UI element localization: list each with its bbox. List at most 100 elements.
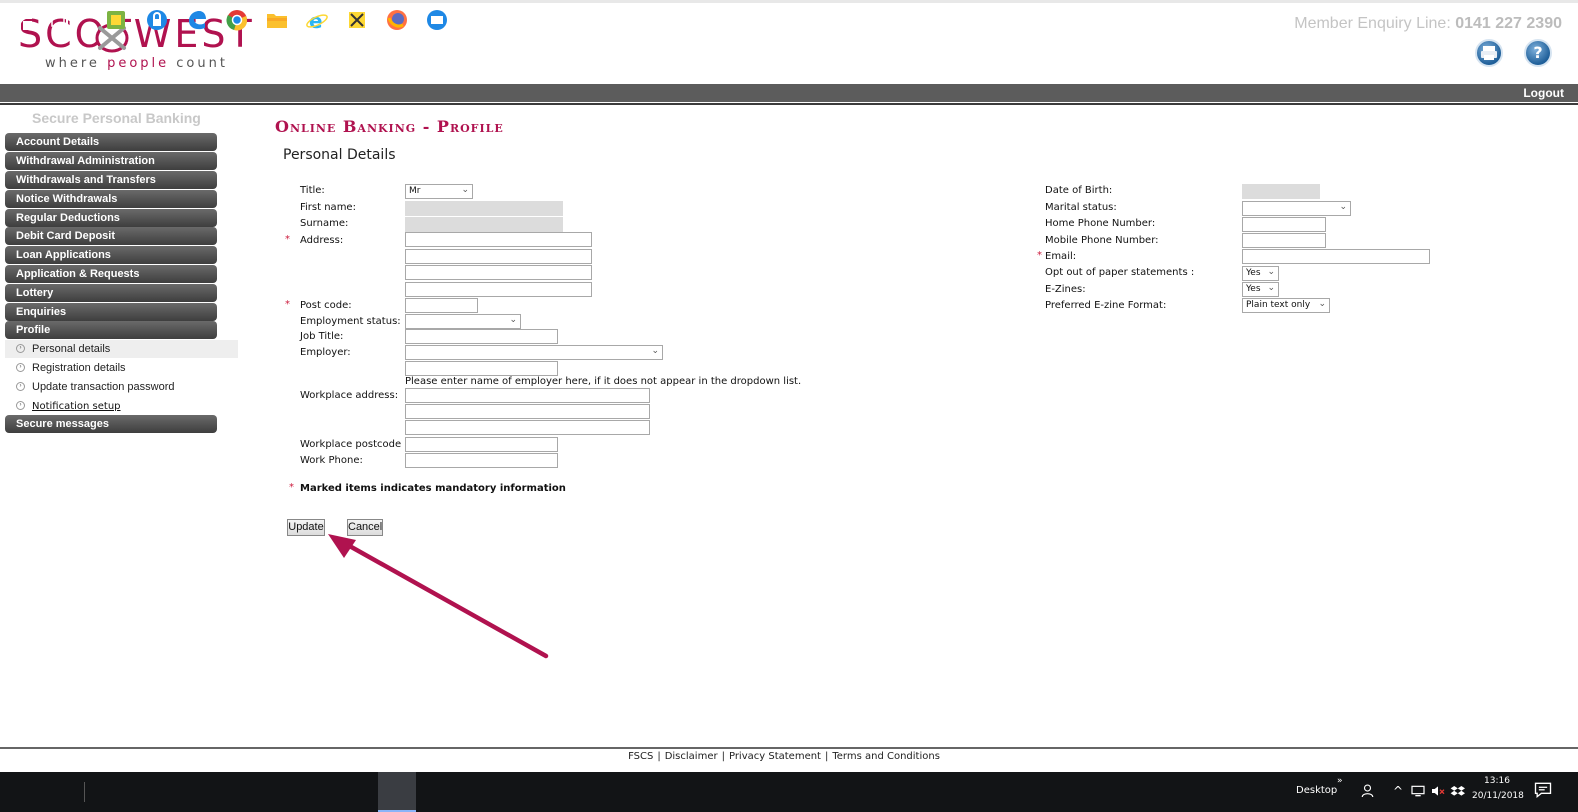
people-icon[interactable] — [1360, 782, 1378, 800]
action-center-icon[interactable] — [1533, 780, 1553, 800]
sidebar-item-withdrawals-and-transfers[interactable]: Withdrawals and Transfers — [5, 171, 217, 189]
taskbar-clock-date[interactable]: 20/11/2018 — [1472, 791, 1524, 801]
address-line-2-field[interactable] — [405, 249, 592, 264]
mandatory-note: Marked items indicates mandatory informa… — [300, 483, 566, 494]
email-label: Email: — [1045, 251, 1077, 262]
network-icon[interactable] — [1410, 783, 1426, 799]
sidebar-subitem-label: Notification setup — [32, 401, 121, 412]
required-marker: * — [285, 234, 290, 245]
dob-field[interactable] — [1242, 184, 1320, 199]
help-icon[interactable]: ? — [1524, 39, 1552, 67]
internet-explorer-icon[interactable]: e — [305, 8, 329, 32]
ezine-format-select[interactable]: Plain text only ⌄ — [1242, 298, 1330, 313]
footer-link-privacy[interactable]: Privacy Statement — [729, 751, 821, 762]
required-marker: * — [1037, 250, 1042, 261]
tray-expand-icon[interactable]: ^ — [1393, 784, 1403, 798]
task-view-icon[interactable] — [48, 8, 72, 32]
email-field[interactable] — [1242, 249, 1430, 264]
sidebar-item-enquiries[interactable]: Enquiries — [5, 303, 217, 321]
mobile-phone-label: Mobile Phone Number: — [1045, 235, 1159, 246]
paper-statements-select[interactable]: Yes ⌄ — [1242, 266, 1279, 281]
sidebar-item-application-requests[interactable]: Application & Requests — [5, 265, 217, 283]
employer-select[interactable]: ⌄ — [405, 345, 663, 360]
post-code-field[interactable] — [405, 298, 478, 313]
sidebar-item-notice-withdrawals[interactable]: Notice Withdrawals — [5, 190, 217, 208]
printer-glyph-icon — [1481, 46, 1497, 60]
footer-link-fscs[interactable]: FSCS — [628, 751, 653, 762]
app-icon-tools[interactable] — [345, 8, 369, 32]
desktop-toolbar-chevron-icon[interactable]: » — [1337, 776, 1343, 786]
sidebar-item-lottery[interactable]: Lottery — [5, 284, 217, 302]
address-line-1-field[interactable] — [405, 232, 592, 247]
required-marker: * — [289, 482, 294, 493]
footer-links: FSCS | Disclaimer | Privacy Statement | Terms … — [0, 751, 1568, 762]
address-line-3-field[interactable] — [405, 265, 592, 280]
logout-link[interactable]: Logout — [1523, 86, 1564, 100]
chevron-right-icon: › — [16, 344, 25, 353]
taskbar-clock-time[interactable]: 13:16 — [1484, 776, 1510, 786]
workplace-postcode-field[interactable] — [405, 437, 558, 452]
volume-muted-icon[interactable] — [1430, 783, 1446, 799]
taskbar-desktop-label[interactable]: Desktop — [1296, 785, 1337, 796]
workplace-address-line-2-field[interactable] — [405, 404, 650, 419]
sidebar-item-profile[interactable]: Profile — [5, 321, 217, 339]
firefox-browser-icon[interactable] — [385, 8, 409, 32]
home-phone-field[interactable] — [1242, 217, 1326, 232]
employment-status-label: Employment status: — [300, 316, 401, 327]
job-title-field[interactable] — [405, 329, 558, 344]
title-select[interactable]: Mr ⌄ — [405, 184, 473, 199]
sidebar-item-loan-applications[interactable]: Loan Applications — [5, 246, 217, 264]
post-code-label: Post code: — [300, 300, 352, 311]
sidebar-subitem-personal-details[interactable]: › Personal details — [5, 340, 238, 358]
mobile-phone-field[interactable] — [1242, 233, 1326, 248]
annotation-arrow-icon — [328, 534, 549, 659]
home-phone-label: Home Phone Number: — [1045, 218, 1156, 229]
workplace-address-line-1-field[interactable] — [405, 388, 650, 403]
chevron-right-icon: › — [16, 401, 25, 410]
address-line-4-field[interactable] — [405, 282, 592, 297]
footer-link-disclaimer[interactable]: Disclaimer — [665, 751, 718, 762]
edge-browser-icon[interactable] — [185, 8, 209, 32]
marital-status-label: Marital status: — [1045, 202, 1117, 213]
sidebar-subitem-notification-setup[interactable]: › Notification setup — [5, 397, 238, 415]
app-icon-lock[interactable] — [145, 8, 169, 32]
logo-tagline: where people count — [45, 56, 228, 71]
required-marker: * — [285, 299, 290, 310]
chevron-down-icon: ⌄ — [1339, 202, 1347, 212]
work-phone-label: Work Phone: — [300, 455, 363, 466]
sidebar-item-regular-deductions[interactable]: Regular Deductions — [5, 209, 217, 227]
surname-field[interactable] — [405, 217, 563, 232]
workplace-address-line-3-field[interactable] — [405, 420, 650, 435]
job-title-label: Job Title: — [300, 331, 344, 342]
workplace-address-label: Workplace address: — [300, 390, 399, 401]
employer-other-field[interactable] — [405, 361, 558, 376]
taskbar-divider — [84, 782, 85, 802]
sidebar-subitem-label: Personal details — [32, 343, 111, 355]
dropbox-icon[interactable] — [1450, 783, 1466, 799]
work-phone-field[interactable] — [405, 453, 558, 468]
marital-status-select[interactable]: ⌄ — [1242, 201, 1351, 216]
app-icon-notepad[interactable] — [104, 8, 128, 32]
ezines-label: E-Zines: — [1045, 284, 1086, 295]
employer-label: Employer: — [300, 347, 351, 358]
chevron-right-icon: › — [16, 382, 25, 391]
windows-start-icon[interactable] — [10, 8, 34, 32]
ezines-select[interactable]: Yes ⌄ — [1242, 282, 1279, 297]
chevron-down-icon: ⌄ — [1318, 299, 1326, 309]
sidebar-item-secure-messages[interactable]: Secure messages — [5, 415, 217, 433]
remote-desktop-icon[interactable] — [425, 8, 449, 32]
file-explorer-icon[interactable] — [265, 8, 289, 32]
chrome-browser-icon[interactable] — [225, 8, 249, 32]
sidebar-item-account-details[interactable]: Account Details — [5, 133, 217, 151]
employment-status-select[interactable]: ⌄ — [405, 314, 521, 329]
chevron-down-icon: ⌄ — [509, 315, 517, 325]
sidebar-subitem-update-transaction-password[interactable]: › Update transaction password — [5, 378, 238, 396]
sidebar-item-withdrawal-administration[interactable]: Withdrawal Administration — [5, 152, 217, 170]
footer-link-terms[interactable]: Terms and Conditions — [832, 751, 940, 762]
first-name-field[interactable] — [405, 201, 563, 216]
footer-divider — [0, 747, 1578, 749]
footer-separator: | — [824, 751, 829, 762]
sidebar-subitem-registration-details[interactable]: › Registration details — [5, 359, 238, 377]
sidebar-item-debit-card-deposit[interactable]: Debit Card Deposit — [5, 227, 217, 245]
printer-icon[interactable] — [1475, 39, 1503, 67]
